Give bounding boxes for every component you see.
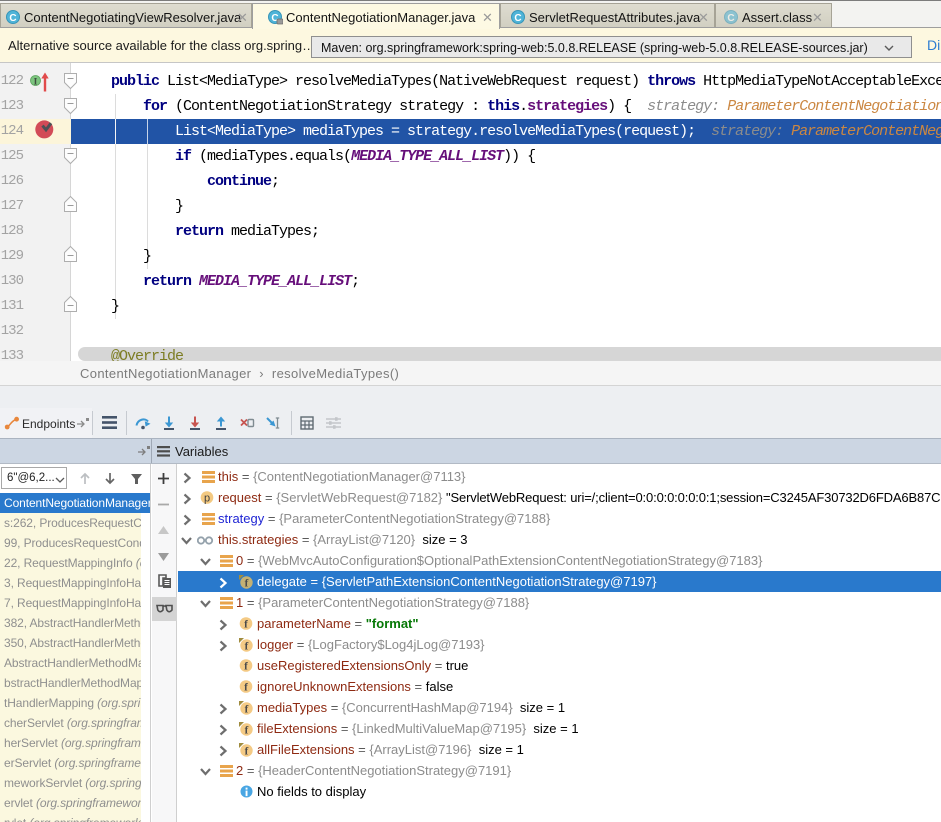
svg-text:C: C [9,13,16,24]
svg-text:f: f [244,661,248,673]
svg-text:f: f [245,703,249,715]
svg-text:C: C [514,13,521,24]
svg-text:C: C [727,13,734,24]
svg-text:f: f [245,745,249,757]
svg-text:I: I [34,78,38,88]
svg-text:f: f [244,619,248,631]
svg-text:f: f [245,640,249,652]
svg-text:p: p [204,493,210,505]
svg-text:f: f [244,682,248,694]
svg-text:f: f [245,724,249,736]
svg-text:f: f [245,577,249,589]
